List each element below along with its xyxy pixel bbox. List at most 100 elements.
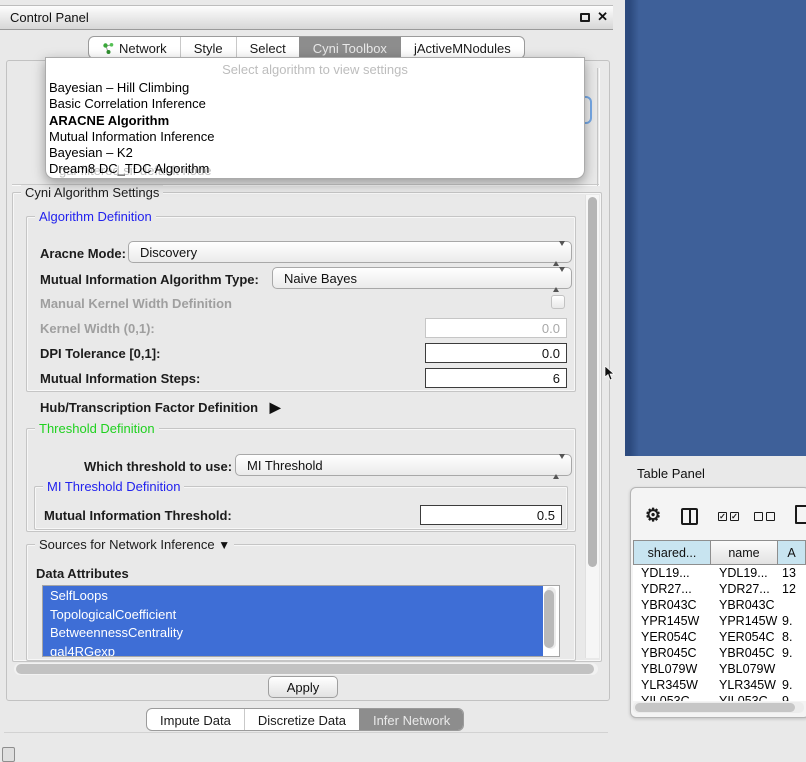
column-header-shared[interactable]: shared... [633,540,711,565]
table-row[interactable]: YBL079WYBL079W [633,661,806,677]
table-cell: YLR345W [711,677,778,693]
table-cell: YBR043C [711,597,778,613]
aracne-mode-combo[interactable]: Discovery [128,241,572,263]
tab-cyni-toolbox[interactable]: Cyni Toolbox [299,37,400,58]
table-cell: YDL19... [633,565,711,581]
dropdown-item-dream8-dc-tdc-algorithm[interactable]: Dream8 DC_TDC Algorithm [49,161,214,177]
table-row[interactable]: YIL053CYIL053C9. [633,693,806,701]
float-window-icon[interactable] [580,13,590,22]
dpi-tolerance-field[interactable]: 0.0 [425,343,567,363]
column-header-name[interactable]: name [711,540,778,565]
dropdown-item-bayesian-k2[interactable]: Bayesian – K2 [49,145,214,161]
scrollbar-thumb[interactable] [635,703,795,712]
minimized-panel-icon[interactable] [2,747,15,762]
table-horizontal-scrollbar[interactable] [633,702,804,713]
checked-pair-icon[interactable]: ✓✓ [718,512,739,521]
column-header-a[interactable]: A [778,540,806,565]
aracne-mode-label: Aracne Mode: [40,246,126,261]
tab-infer-network[interactable]: Infer Network [359,709,463,730]
tab-impute-data[interactable]: Impute Data [147,709,244,730]
table-row[interactable]: YDL19...YDL19...13 [633,565,806,581]
inference-group-edge [597,68,600,186]
scrollbar-thumb[interactable] [16,664,594,674]
algorithm-dropdown-popup: Select algorithm to view settings gal-fi… [45,57,585,179]
attribute-item-gal4rgexp[interactable]: gal4RGexp [43,642,543,658]
table-row[interactable]: YBR043CYBR043C [633,597,806,613]
tab-network[interactable]: Network [89,37,180,58]
table-cell: 9. [778,677,806,693]
table-cell: YIL053C [711,693,778,701]
manual-kernel-checkbox [551,295,565,309]
sources-group-title[interactable]: Sources for Network Inference ▼ [35,537,234,552]
bottom-tab-bar: Impute Data Discretize Data Infer Network [146,708,464,731]
mi-type-value: Naive Bayes [284,271,357,286]
mi-threshold-label: Mutual Information Threshold: [44,508,232,523]
page-icon[interactable] [795,505,806,524]
unchecked-pair-icon[interactable] [754,512,775,521]
settings-vertical-scrollbar[interactable] [585,195,599,658]
tab-label: Impute Data [160,713,231,728]
mi-threshold-field[interactable]: 0.5 [420,505,562,525]
dpi-tolerance-label: DPI Tolerance [0,1]: [40,346,160,361]
table-row[interactable]: YBR045CYBR045C9. [633,645,806,661]
mi-steps-field[interactable]: 6 [425,368,567,388]
attribute-item-topologicalcoefficient[interactable]: TopologicalCoefficient [43,605,543,624]
split-columns-icon[interactable] [681,508,698,525]
table-cell: YBR045C [633,645,711,661]
tab-style[interactable]: Style [180,37,236,58]
table-cell: 9. [778,693,806,701]
control-tab-bar: Network Style Select Cyni ToolboxjActiveMNo… [88,36,525,59]
dropdown-item-aracne-algorithm[interactable]: ARACNE Algorithm [49,113,214,129]
settings-group-title: Cyni Algorithm Settings [21,185,163,200]
mi-type-combo[interactable]: Naive Bayes [272,267,572,289]
expand-right-icon[interactable]: ▶ [270,399,281,415]
attribute-item-selfloops[interactable]: SelfLoops [43,586,543,605]
dropdown-item-mutual-information-inference[interactable]: Mutual Information Inference [49,129,214,145]
table-row[interactable]: YDR27...YDR27...12 [633,581,806,597]
scrollbar-thumb[interactable] [588,197,597,567]
tab-select[interactable]: Select [236,37,299,58]
attributes-scrollbar[interactable] [546,587,556,649]
table-cell: 13 [778,565,806,581]
stepper-arrows-icon [553,459,565,474]
table-cell: YER054C [633,629,711,645]
scrollbar-thumb[interactable] [544,590,554,648]
dropdown-item-bayesian-hill-climbing[interactable]: Bayesian – Hill Climbing [49,80,214,96]
table-cell: YPR145W [711,613,778,629]
tab-label: Network [119,41,167,56]
hub-definition-label: Hub/Transcription Factor Definition [40,400,258,415]
mi-threshold-definition-title: MI Threshold Definition [43,479,184,494]
mouse-cursor [604,366,616,382]
apply-button[interactable]: Apply [268,676,338,698]
table-row[interactable]: YER054CYER054C8. [633,629,806,645]
tab-label: Select [250,41,286,56]
aracne-mode-value: Discovery [140,245,197,260]
which-threshold-combo[interactable]: MI Threshold [235,454,572,476]
tab-label: Infer Network [373,713,450,728]
kernel-width-label: Kernel Width (0,1): [40,321,155,336]
data-attributes-list[interactable]: SelfLoopsTopologicalCoefficientBetweenne… [42,585,560,657]
gear-icon[interactable]: ⚙ [645,505,661,526]
dropdown-item-basic-correlation-inference[interactable]: Basic Correlation Inference [49,96,214,112]
tab-discretize-data[interactable]: Discretize Data [244,709,359,730]
settings-horizontal-scrollbar[interactable] [14,663,598,675]
table-cell: YIL053C [633,693,711,701]
table-cell: 8. [778,629,806,645]
kernel-width-field: 0.0 [425,318,567,338]
table-row[interactable]: YPR145WYPR145W9. [633,613,806,629]
tab-jactivemnodules[interactable]: jActiveMNodules [400,37,524,58]
table-row[interactable]: YLR345WYLR345W9. [633,677,806,693]
close-icon[interactable]: ✕ [597,9,608,25]
table-cell: YBL079W [711,661,778,677]
attribute-item-betweennesscentrality[interactable]: BetweennessCentrality [43,623,543,642]
collapse-down-icon[interactable]: ▼ [218,538,230,552]
table-cell: YDR27... [633,581,711,597]
network-view-panel: GALGAL80GAL10GAL1GAL11SWI4GAL4GCY1HAP4YH… [625,0,806,456]
table-cell: YPR145W [633,613,711,629]
mi-type-label: Mutual Information Algorithm Type: [40,272,259,287]
table-cell: YER054C [711,629,778,645]
dropdown-item-list: Bayesian – Hill ClimbingBasic Correlatio… [49,80,214,178]
hub-definition-expander[interactable]: Hub/Transcription Factor Definition ▶ [40,399,281,416]
table-cell: YBL079W [633,661,711,677]
table-cell [778,661,806,677]
